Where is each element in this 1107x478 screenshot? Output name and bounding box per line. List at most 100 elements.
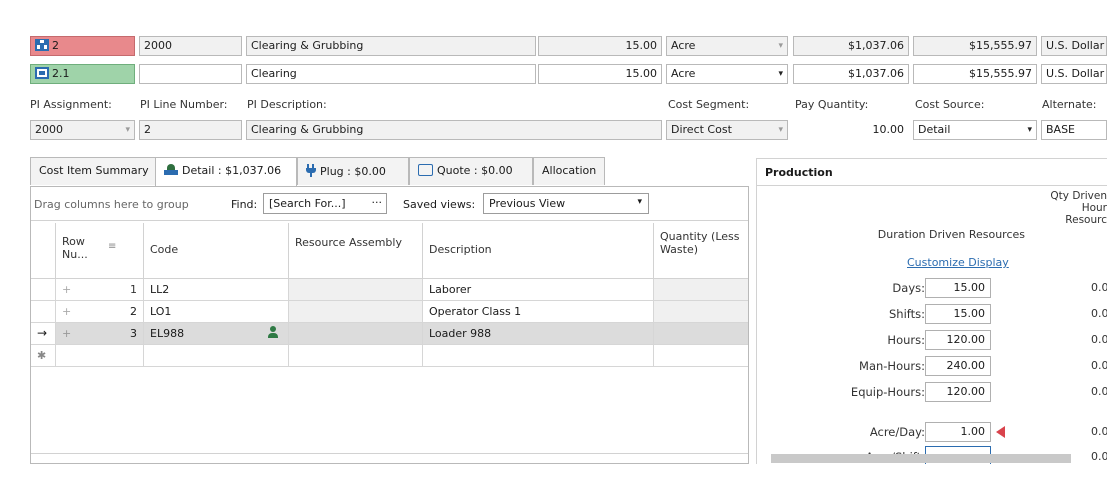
customize-display-link[interactable]: Customize Display [907,256,1009,269]
row-indicator [31,279,56,301]
chevron-down-icon: ▾ [778,125,783,135]
find-label: Find: [231,198,258,211]
code-cell[interactable]: LL2 [144,279,289,301]
currency-cell[interactable]: U.S. Dollar [1041,64,1107,84]
row-id: 2.1 [52,67,70,80]
tab-allocation[interactable]: Allocation [533,157,605,185]
description-cell[interactable]: Laborer [423,279,654,301]
equip-hours-qty-value: 0.0 [1091,385,1107,398]
tab-quote[interactable]: Quote : $0.00 [409,157,533,185]
new-row-cell[interactable] [654,345,748,367]
pi-description-field[interactable]: Clearing & Grubbing [246,120,662,140]
tab-detail[interactable]: Detail : $1,037.06 [155,157,297,187]
row-indicator-header [31,223,56,279]
column-header-quantity[interactable]: Quantity (Less Waste) [654,223,748,279]
column-header-description[interactable]: Description [423,223,654,279]
more-icon[interactable]: ··· [372,196,383,209]
saved-views-dropdown[interactable]: Previous View ▾ [483,193,649,214]
days-label: Days: [892,281,925,295]
tab-label: Detail : $1,037.06 [182,164,282,177]
unit-cost-cell[interactable]: $1,037.06 [793,64,909,84]
unit-dropdown[interactable]: Acre ▾ [666,64,788,84]
row-number: 3 [130,327,137,340]
acre-per-day-field[interactable]: 1.00 [925,422,991,442]
assembly-cell[interactable] [289,279,423,301]
quantity-cell[interactable] [654,301,748,323]
cost-segment-value: Direct Cost [671,123,732,136]
pi-assignment-dropdown[interactable]: 2000 ▾ [30,120,135,140]
pi-cell[interactable] [139,64,242,84]
alternate-field[interactable]: BASE [1041,120,1107,140]
total-cell[interactable]: $15,555.97 [913,36,1037,56]
quantity-cell[interactable] [654,323,748,345]
tab-cost-item-summary[interactable]: Cost Item Summary [30,157,156,185]
pi-description-label: PI Description: [247,98,327,111]
pi-assignment-label: PI Assignment: [30,98,112,111]
row-number-cell[interactable]: +3 [56,323,144,345]
cost-source-dropdown[interactable]: Detail ▾ [913,120,1037,140]
pi-cell[interactable]: 2000 [139,36,242,56]
search-input[interactable]: [Search For...] ··· [263,193,387,214]
quantity-cell[interactable]: 15.00 [538,36,662,56]
assembly-icon [35,39,49,51]
pi-assignment-value: 2000 [35,123,63,136]
total-cell[interactable]: $15,555.97 [913,64,1037,84]
tab-label: Plug : $0.00 [320,165,386,178]
shifts-field[interactable]: 15.00 [925,304,991,324]
row-number-cell[interactable]: +2 [56,301,144,323]
row-number-cell[interactable]: +1 [56,279,144,301]
tab-plug[interactable]: Plug : $0.00 [297,157,409,185]
man-hours-field[interactable]: 240.00 [925,356,991,376]
new-row-cell[interactable] [289,345,423,367]
shifts-label: Shifts: [888,307,925,321]
pi-line-number-field[interactable]: 2 [139,120,242,140]
new-row-cell[interactable] [56,345,144,367]
currency-cell[interactable]: U.S. Dollar [1041,36,1107,56]
tab-label: Allocation [542,164,597,177]
row-id-cell[interactable]: 2.1 [30,64,135,84]
resource-person-icon[interactable] [268,326,278,339]
code-cell[interactable]: EL988 [144,323,289,345]
chevron-down-icon: ▾ [125,125,130,135]
new-row-cell[interactable] [144,345,289,367]
days-field[interactable]: 15.00 [925,278,991,298]
group-hint: Drag columns here to group [34,198,189,211]
expand-icon[interactable]: + [62,327,71,340]
cost-segment-dropdown[interactable]: Direct Cost ▾ [666,120,788,140]
pay-quantity-field[interactable]: 10.00 [793,120,909,140]
quote-icon [418,164,433,176]
expand-icon[interactable]: + [62,283,71,296]
unit-dropdown[interactable]: Acre ▾ [666,36,788,56]
chevron-down-icon: ▾ [778,69,783,79]
pi-line-number-label: PI Line Number: [140,98,228,111]
description-cell[interactable]: Loader 988 [423,323,654,345]
assembly-cell[interactable] [289,301,423,323]
equip-hours-field[interactable]: 120.00 [925,382,991,402]
saved-views-label: Saved views: [403,198,476,211]
description-cell[interactable]: Clearing & Grubbing [246,36,536,56]
unit-cost-cell[interactable]: $1,037.06 [793,36,909,56]
horizontal-scrollbar[interactable] [771,454,1071,463]
acre-per-day-label: Acre/Day: [869,425,925,439]
current-row-arrow-icon: → [31,323,56,345]
column-header-resource-assembly[interactable]: Resource Assembly [289,223,423,279]
row-number: 2 [130,305,137,318]
row-id-cell[interactable]: 2 [30,36,135,56]
quantity-cell[interactable]: 15.00 [538,64,662,84]
code-cell[interactable]: LO1 [144,301,289,323]
quantity-cell[interactable] [654,279,748,301]
column-header-code[interactable]: Code [144,223,289,279]
hours-field[interactable]: 120.00 [925,330,991,350]
header-label: Row Nu... [62,235,88,261]
expand-icon[interactable]: + [62,305,71,318]
description-cell[interactable]: Clearing [246,64,536,84]
chevron-down-icon: ▾ [778,41,783,51]
assembly-cell[interactable] [289,323,423,345]
new-row-icon: ✱ [31,345,56,367]
row-number: 1 [130,283,137,296]
shifts-qty-value: 0.0 [1091,307,1107,320]
column-header-row-number[interactable]: Row Nu... ≡ [56,223,144,279]
description-cell[interactable]: Operator Class 1 [423,301,654,323]
new-row-cell[interactable] [423,345,654,367]
chevron-down-icon: ▾ [1027,125,1032,135]
